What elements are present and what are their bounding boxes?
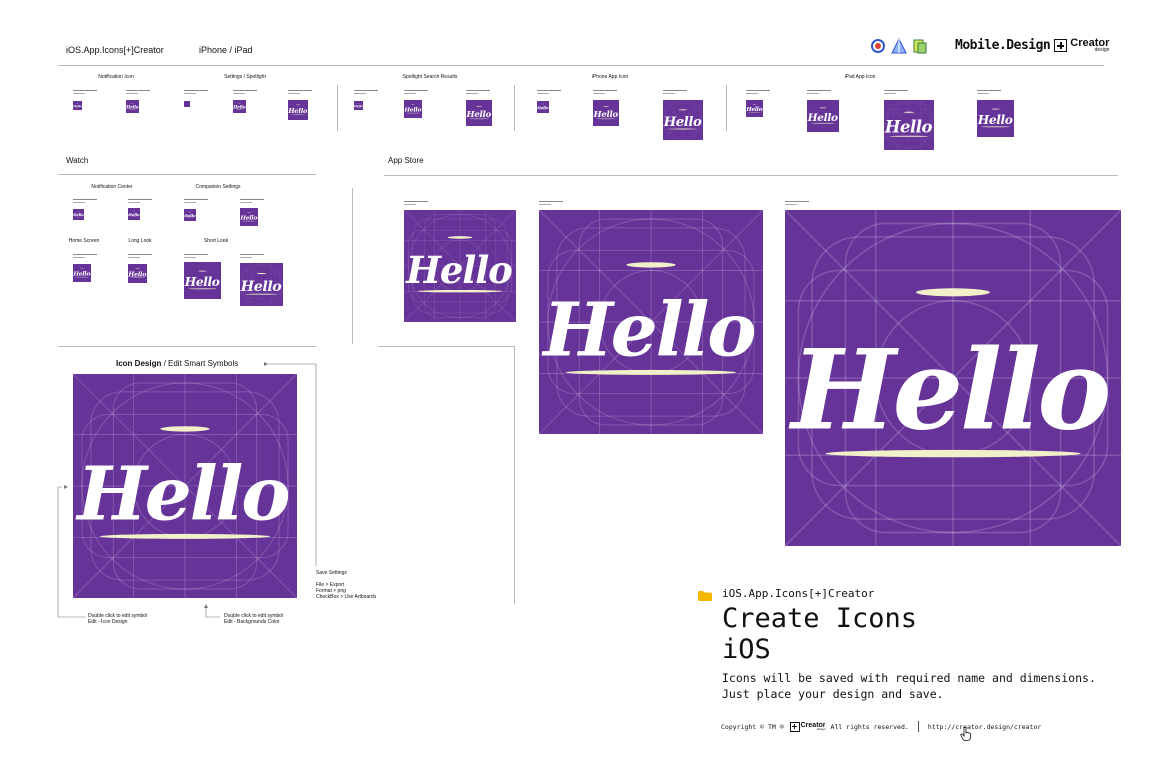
filename-caption [539,201,565,205]
filename-caption [404,90,430,94]
app-icon[interactable]: Hello [537,101,549,113]
info-desc-line-2: Just place your design and save. [722,687,944,701]
app-icon[interactable]: Hello [128,264,147,283]
info-folder-title: iOS.App.Icons[+]Creator [722,587,875,600]
svg-text:Hello: Hello [128,271,146,278]
svg-text:Hello: Hello [73,213,84,217]
svg-text:Hello: Hello [663,115,702,130]
app-icon[interactable]: Hello [663,100,703,140]
filename-caption [807,90,833,94]
filename-caption [977,90,1003,94]
filename-caption [466,90,492,94]
svg-text:Hello: Hello [537,105,549,110]
info-headline-1: Create Icons [722,603,918,634]
info-headline-2: iOS [722,634,771,665]
filename-caption [233,90,259,94]
save-settings-note: Save Settings File > Export Format > png… [316,570,377,600]
svg-text:Hello: Hello [73,271,91,278]
filename-caption [663,90,689,94]
creator-mini-logo: Creator design [789,721,826,732]
filename-caption [73,254,99,258]
plus-box-icon [789,721,800,732]
svg-text:Hello: Hello [288,107,308,115]
edit-symbol-note-bg: Double click to edit symbol Edit - Backg… [224,613,284,625]
info-desc-line-1: Icons will be saved with required name a… [722,671,1096,685]
app-icon[interactable]: Hello [404,100,422,118]
app-icon[interactable]: Hello [977,100,1014,137]
folder-icon [698,588,712,601]
footer: Copyright © TM ® Creator design All righ… [721,721,1041,732]
filename-caption [537,90,563,94]
svg-text:Hello: Hello [404,107,422,114]
edit-symbol-note-icon: Double click to edit symbol Edit - Icon … [88,613,148,625]
app-icon[interactable]: Hello [73,101,82,110]
svg-text:Hello: Hello [126,105,139,110]
svg-text:Hello: Hello [405,248,512,292]
creator-url-link[interactable]: http://creator.design/creator [928,723,1042,731]
app-icon[interactable]: Hello [73,209,84,220]
filename-caption [184,254,210,258]
svg-text:Hello: Hello [541,288,754,374]
app-icon[interactable]: Hello [807,100,839,132]
filename-caption [184,199,210,203]
filename-caption [73,90,99,94]
info-description: Icons will be saved with required name a… [722,670,1096,702]
app-icon[interactable]: Hello [240,263,283,306]
app-icon[interactable] [184,101,190,107]
svg-text:Hello: Hello [75,452,288,538]
svg-text:Hello: Hello [593,110,619,120]
filename-caption [128,254,154,258]
app-icon[interactable]: Hello [184,262,221,299]
app-icon[interactable]: Hello [354,101,363,110]
app-icon[interactable]: Hello [466,100,492,126]
filename-caption [884,90,910,94]
app-icon[interactable]: Hello [884,100,934,150]
copyright-text: Copyright © TM ® [721,722,784,731]
filename-caption [73,199,99,203]
svg-text:Hello: Hello [128,212,140,217]
app-icon[interactable]: Hello [746,100,763,117]
app-icon[interactable]: Hello [240,208,258,226]
svg-text:Hello: Hello [788,325,1108,455]
svg-text:Hello: Hello [184,213,196,218]
svg-text:Hello: Hello [184,275,220,289]
svg-text:Hello: Hello [354,104,363,108]
app-icon[interactable]: Hello [126,100,139,113]
footer-divider [917,721,919,732]
svg-text:Hello: Hello [884,118,933,137]
svg-text:Hello: Hello [466,110,492,120]
filename-caption [593,90,619,94]
filename-caption [404,201,430,205]
svg-text:Hello: Hello [73,104,82,108]
app-icon[interactable]: Hello [593,100,619,126]
filename-caption [128,199,154,203]
svg-text:Hello: Hello [977,113,1013,127]
filename-caption [240,199,266,203]
app-icon[interactable]: Hello [233,100,246,113]
svg-text:Hello: Hello [233,105,246,110]
filename-caption [785,201,811,205]
hand-cursor-icon [960,727,972,741]
app-icon[interactable]: Hello [785,210,1121,546]
filename-caption [354,90,380,94]
app-icon[interactable]: Hello [184,209,196,221]
app-icon[interactable]: Hello [539,210,763,434]
filename-caption [184,90,210,94]
filename-caption [240,254,266,258]
svg-text:Hello: Hello [807,112,838,124]
app-icon[interactable]: Hello [128,208,140,220]
filename-caption [746,90,772,94]
svg-text:Hello: Hello [240,279,281,295]
rights-text: All rights reserved. [830,722,909,731]
filename-caption [126,90,152,94]
app-icon[interactable]: Hello [73,264,91,282]
filename-caption [288,90,314,94]
svg-text:Hello: Hello [240,215,258,222]
app-icon[interactable]: Hello [288,100,308,120]
app-icon[interactable]: Hello [404,210,516,322]
app-icon[interactable]: Hello [73,374,297,598]
